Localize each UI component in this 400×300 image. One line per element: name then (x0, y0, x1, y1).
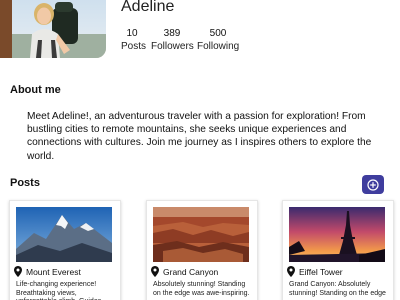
stat-posts-count: 10 (126, 28, 138, 39)
stat-followers[interactable]: 389 Followers (151, 27, 194, 53)
post-location-label: Mount Everest (26, 266, 81, 277)
location-pin-icon (14, 266, 22, 277)
stat-following[interactable]: 500 Following (197, 27, 239, 53)
location-pin-icon (151, 266, 159, 277)
stat-following-label: Following (197, 41, 240, 52)
stat-posts-label: Posts (121, 41, 147, 52)
post-card[interactable]: Eiffel Tower Grand Canyon: Absolutely st… (282, 200, 394, 300)
stat-followers-label: Followers (151, 41, 194, 52)
post-location[interactable]: Mount Everest (14, 265, 81, 278)
post-card[interactable]: Grand Canyon Absolutely stunning! Standi… (146, 200, 258, 300)
avatar[interactable] (0, 0, 106, 58)
post-caption: Absolutely stunning! Standing on the edg… (153, 281, 250, 297)
post-card[interactable]: Mount Everest Life-changing experience! … (9, 200, 121, 300)
post-location-label: Grand Canyon (163, 266, 219, 277)
avatar-photo (12, 0, 106, 58)
post-location-label: Eiffel Tower (299, 266, 343, 277)
plus-circle-icon (367, 178, 379, 191)
stat-followers-count: 389 (163, 28, 181, 39)
eiffel-tower-photo (289, 207, 385, 262)
stat-posts[interactable]: 10 Posts (121, 27, 147, 53)
profile-name: Adeline (121, 0, 175, 15)
stat-following-count: 500 (209, 28, 227, 39)
mountain-photo (16, 207, 112, 262)
post-location[interactable]: Eiffel Tower (287, 265, 343, 278)
post-caption: Grand Canyon: Absolutely stunning! Stand… (289, 281, 386, 297)
location-pin-icon (287, 266, 295, 277)
add-post-button[interactable] (362, 175, 384, 194)
posts-heading: Posts (10, 177, 40, 189)
about-text: Meet Adeline!, an adventurous traveler w… (27, 111, 372, 162)
profile-header: Adeline 10 Posts 389 Followers 500 Follo… (0, 0, 400, 62)
post-caption: Life-changing experience! Breathtaking v… (16, 281, 101, 300)
about-heading: About me (10, 84, 61, 96)
canyon-photo (153, 207, 249, 262)
post-location[interactable]: Grand Canyon (151, 265, 218, 278)
